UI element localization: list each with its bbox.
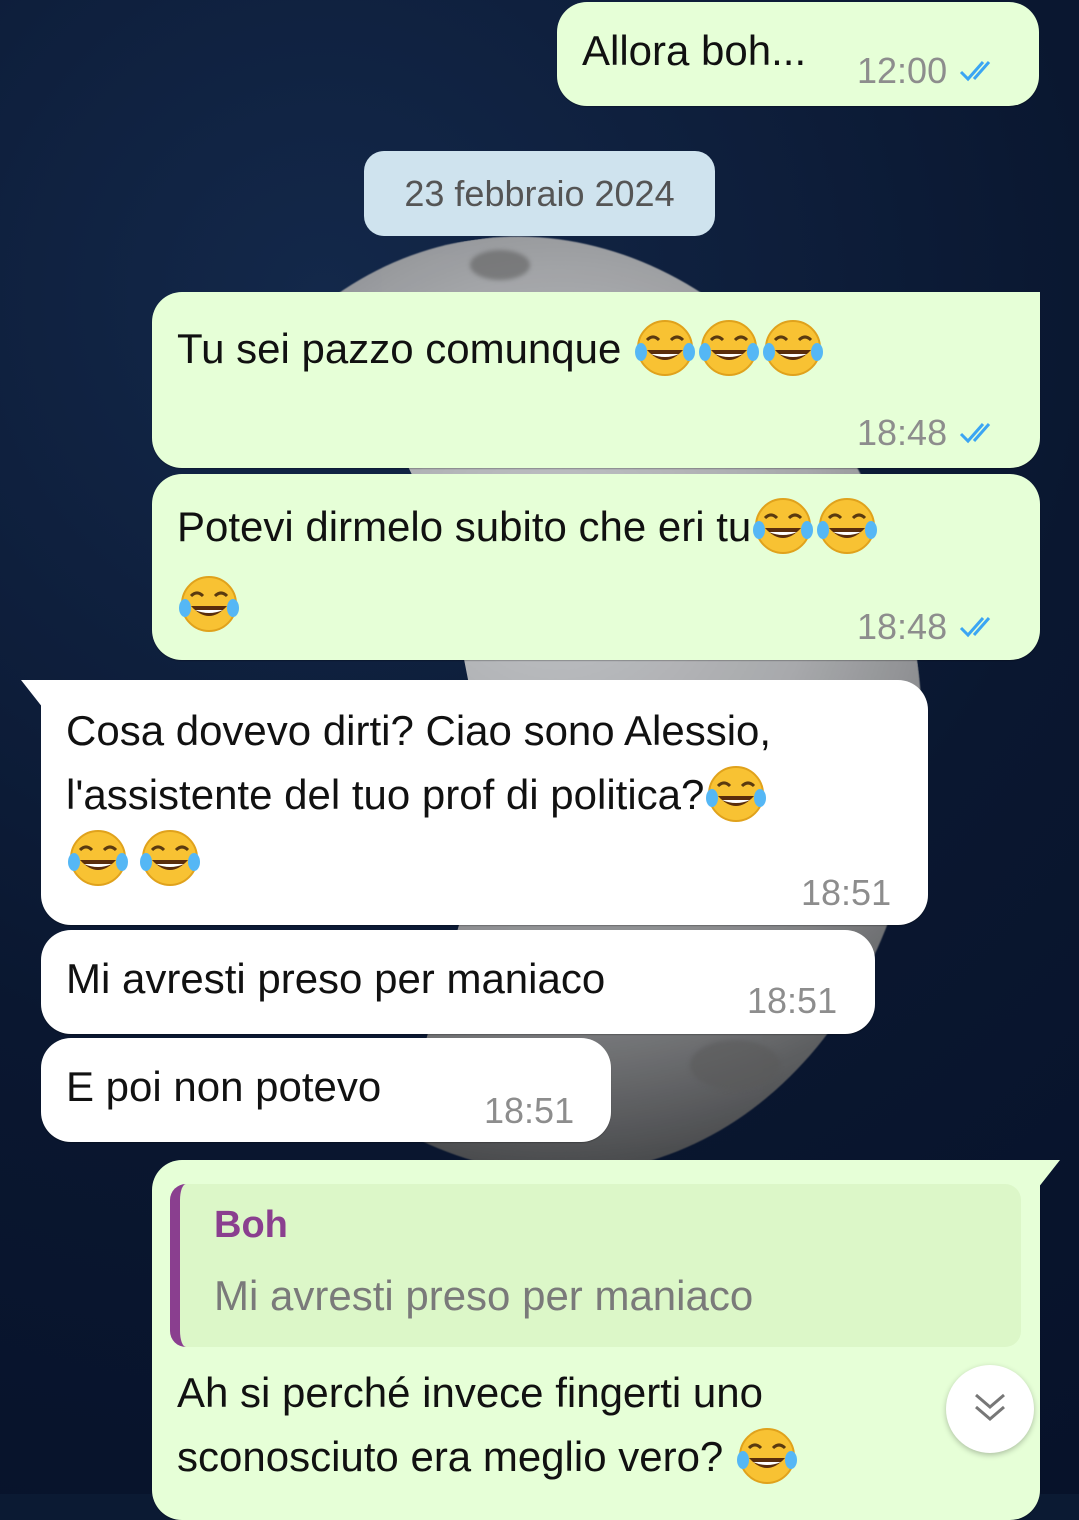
quoted-reply[interactable]: Boh Mi avresti preso per maniaco bbox=[170, 1184, 1021, 1347]
face-with-tears-of-joy-icon bbox=[735, 1424, 799, 1488]
face-with-tears-of-joy-icon bbox=[66, 826, 130, 890]
message-text-row: l'assistente del tuo prof di politica? bbox=[66, 764, 768, 830]
message-bubble-incoming[interactable]: Cosa dovevo dirti? Ciao sono Alessio, l'… bbox=[21, 680, 928, 925]
double-check-icon bbox=[959, 58, 1001, 84]
message-time: 18:48 bbox=[857, 412, 948, 453]
message-text-line: Ah si perché invece fingerti uno bbox=[177, 1369, 764, 1416]
message-meta: 18:48 bbox=[857, 402, 1001, 464]
message-emoji-row bbox=[66, 828, 202, 894]
message-time: 18:48 bbox=[857, 606, 948, 647]
face-with-tears-of-joy-icon bbox=[177, 572, 241, 636]
message-bubble-incoming[interactable]: E poi non potevo 18:51 bbox=[41, 1038, 611, 1142]
message-meta: 18:51 bbox=[801, 862, 891, 924]
face-with-tears-of-joy-icon bbox=[633, 316, 697, 380]
message-bubble-outgoing[interactable]: Potevi dirmelo subito che eri tu 18:48 bbox=[152, 474, 1040, 660]
face-with-tears-of-joy-icon bbox=[138, 826, 202, 890]
message-text-line: sconosciuto era meglio vero? bbox=[177, 1433, 735, 1480]
chat-thread[interactable]: Allora boh... 12:00 23 febbraio 2024 Tu … bbox=[0, 0, 1079, 1520]
message-text: Allora boh... bbox=[582, 27, 807, 74]
message-text: E poi non potevo bbox=[66, 1063, 382, 1110]
message-time: 18:51 bbox=[747, 980, 838, 1021]
face-with-tears-of-joy-icon bbox=[815, 494, 879, 558]
message-text-row: Tu sei pazzo comunque bbox=[177, 318, 825, 384]
message-text: Tu sei pazzo comunque bbox=[177, 325, 634, 372]
face-with-tears-of-joy-icon bbox=[761, 316, 825, 380]
message-text-line: Cosa dovevo dirti? Ciao sono Alessio, bbox=[66, 707, 772, 754]
quoted-reply-text: Mi avresti preso per maniaco bbox=[214, 1272, 754, 1319]
message-text: Mi avresti preso per maniaco bbox=[66, 955, 606, 1002]
message-text-line: l'assistente del tuo prof di politica? bbox=[66, 771, 705, 818]
message-time: 12:00 bbox=[857, 50, 948, 91]
message-time: 18:51 bbox=[484, 1090, 575, 1131]
message-time: 18:51 bbox=[801, 872, 892, 913]
double-check-icon bbox=[959, 614, 1001, 640]
message-meta: 12:00 bbox=[857, 40, 1001, 102]
message-meta: 18:48 bbox=[857, 596, 1001, 658]
face-with-tears-of-joy-icon bbox=[751, 494, 815, 558]
message-meta: 18:51 bbox=[484, 1080, 574, 1142]
message-text-row: sconosciuto era meglio vero? bbox=[177, 1426, 799, 1492]
message-bubble-incoming[interactable]: Mi avresti preso per maniaco 18:51 bbox=[41, 930, 875, 1034]
quoted-reply-author: Boh bbox=[214, 1204, 288, 1246]
face-with-tears-of-joy-icon bbox=[697, 316, 761, 380]
message-text: Potevi dirmelo subito che eri tu bbox=[177, 503, 752, 550]
double-check-icon bbox=[959, 420, 1001, 446]
message-meta: 18:51 bbox=[747, 970, 837, 1032]
scroll-to-bottom-button[interactable] bbox=[946, 1365, 1034, 1453]
message-text-row: Potevi dirmelo subito che eri tu bbox=[177, 496, 879, 562]
date-separator: 23 febbraio 2024 bbox=[364, 151, 715, 236]
chevron-double-down-icon bbox=[970, 1387, 1010, 1432]
face-with-tears-of-joy-icon bbox=[704, 762, 768, 826]
message-bubble-outgoing[interactable]: Tu sei pazzo comunque 18:48 bbox=[152, 292, 1040, 468]
message-bubble-outgoing[interactable]: Allora boh... 12:00 bbox=[557, 2, 1039, 106]
